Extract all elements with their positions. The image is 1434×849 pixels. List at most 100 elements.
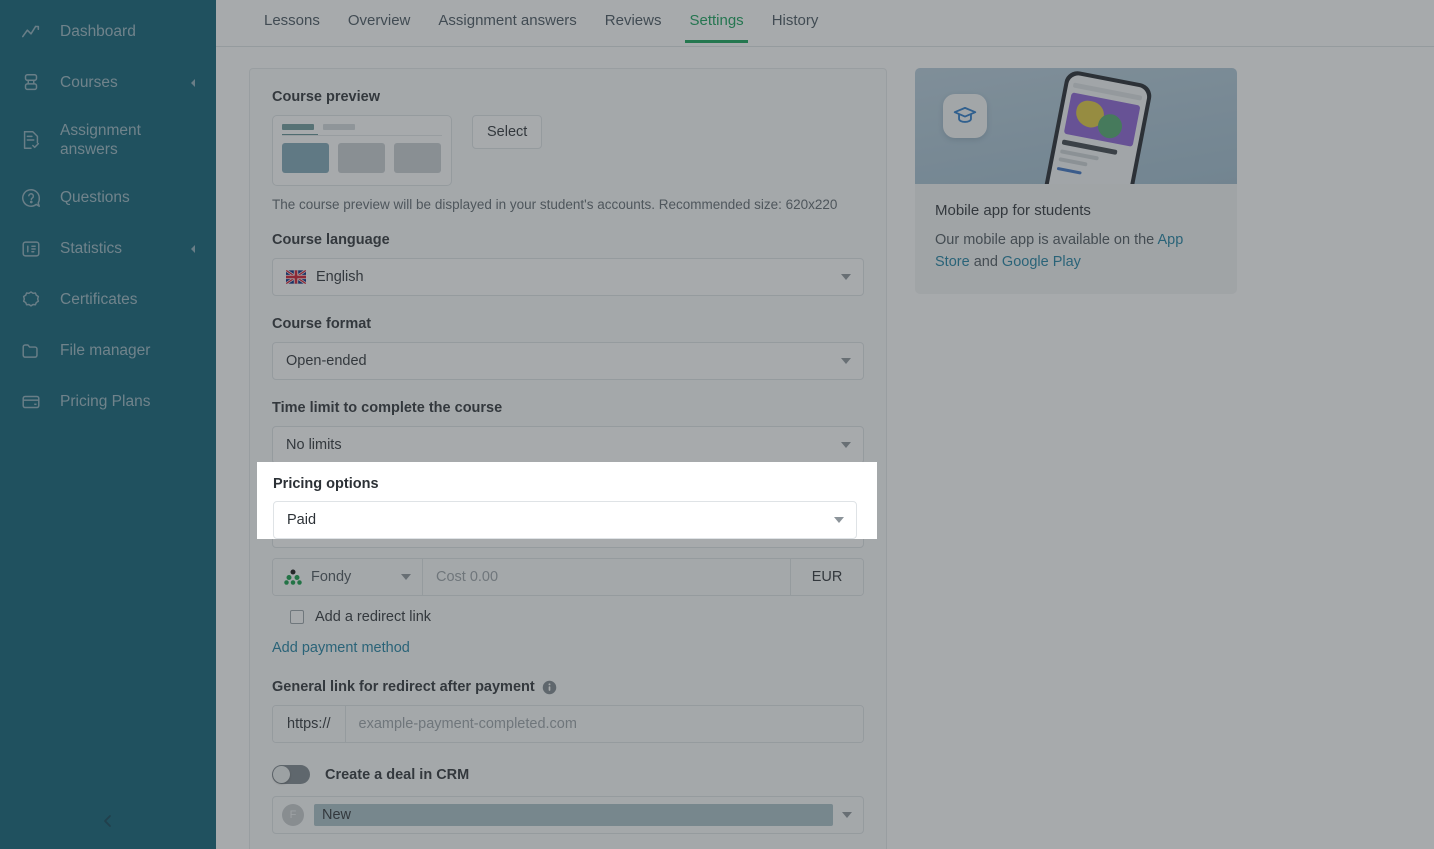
chevron-down-icon xyxy=(841,358,851,364)
tab-settings[interactable]: Settings xyxy=(675,0,757,42)
preview-card xyxy=(338,143,385,173)
mobile-app-title: Mobile app for students xyxy=(935,202,1217,219)
time-limit-value: No limits xyxy=(286,437,342,453)
card-icon xyxy=(20,391,42,413)
sidebar-item-label: File manager xyxy=(60,341,198,360)
chevron-down-icon xyxy=(841,274,851,280)
phone-course-meta xyxy=(1058,157,1088,167)
create-deal-in-crm-toggle[interactable] xyxy=(272,765,310,784)
phone-screen xyxy=(1043,74,1149,184)
chart-line-icon xyxy=(20,21,42,43)
pricing-options-label-highlight: Pricing options xyxy=(273,476,857,492)
document-check-icon xyxy=(20,129,42,151)
certificate-seal-icon xyxy=(20,289,42,311)
mobile-app-card-body: Mobile app for students Our mobile app i… xyxy=(915,184,1237,294)
general-redirect-input[interactable] xyxy=(346,706,863,742)
tab-overview[interactable]: Overview xyxy=(334,0,425,42)
sidebar-item-assignment-answers[interactable]: Assignment answers xyxy=(0,108,216,172)
sidebar-item-pricing-plans[interactable]: Pricing Plans xyxy=(0,376,216,427)
preview-header-bars xyxy=(282,124,442,130)
mobile-app-card: Mobile app for students Our mobile app i… xyxy=(915,68,1237,294)
course-language-label: Course language xyxy=(272,232,864,248)
phone-progress-bar xyxy=(1057,167,1082,175)
phone-mockup xyxy=(1038,69,1153,184)
pricing-options-highlight: Pricing options Paid xyxy=(257,462,877,539)
preview-card xyxy=(394,143,441,173)
sidebar-item-questions[interactable]: Questions xyxy=(0,172,216,223)
sidebar-item-label: Assignment answers xyxy=(60,121,198,160)
info-icon[interactable] xyxy=(542,680,557,695)
preview-rule-light xyxy=(282,135,442,136)
payment-provider-value: Fondy xyxy=(311,569,351,585)
chevron-down-icon xyxy=(841,442,851,448)
select-preview-button[interactable]: Select xyxy=(472,115,542,149)
course-preview-thumbnail[interactable] xyxy=(272,115,452,186)
sidebar-item-certificates[interactable]: Certificates xyxy=(0,274,216,325)
preview-card-row xyxy=(282,143,442,173)
sidebar-item-statistics[interactable]: Statistics xyxy=(0,223,216,274)
question-bubble-icon xyxy=(20,187,42,209)
redirect-link-checkbox[interactable] xyxy=(290,610,304,624)
tab-lessons[interactable]: Lessons xyxy=(250,0,334,42)
general-redirect-label-row: General link for redirect after payment xyxy=(272,679,864,695)
app-root: Dashboard Courses A xyxy=(0,0,1434,849)
course-preview-hint: The course preview will be displayed in … xyxy=(272,197,864,212)
tab-history[interactable]: History xyxy=(758,0,833,42)
mobile-app-text-middle: and xyxy=(970,254,1002,270)
phone-course-image xyxy=(1064,92,1141,147)
redirect-link-checkbox-row: Add a redirect link xyxy=(272,609,864,625)
url-prefix-label: https:// xyxy=(273,706,346,742)
stack-icon xyxy=(20,72,42,94)
sidebar-item-label: Dashboard xyxy=(60,22,198,41)
chevron-left-icon xyxy=(188,78,198,88)
sidebar-item-file-manager[interactable]: File manager xyxy=(0,325,216,376)
sidebar-nav: Dashboard Courses A xyxy=(0,0,216,427)
sidebar-item-label: Questions xyxy=(60,188,198,207)
sidebar: Dashboard Courses A xyxy=(0,0,216,849)
toggle-knob xyxy=(273,766,290,783)
pricing-options-select-highlight[interactable]: Paid xyxy=(273,501,857,539)
chevron-left-icon xyxy=(100,813,116,829)
time-limit-select[interactable]: No limits xyxy=(272,426,864,464)
chevron-down-icon xyxy=(842,812,852,818)
currency-label: EUR xyxy=(790,559,863,595)
graduation-cap-icon xyxy=(952,103,978,129)
course-language-select[interactable]: English xyxy=(272,258,864,296)
general-redirect-row: https:// xyxy=(272,705,864,743)
chevron-down-icon xyxy=(834,517,844,523)
course-preview-row: Select xyxy=(272,115,864,186)
mobile-app-text-before: Our mobile app is available on the xyxy=(935,232,1157,248)
crm-toggle-label: Create a deal in CRM xyxy=(325,767,469,783)
crm-stage-select[interactable]: F New xyxy=(272,796,864,834)
preview-bar-secondary xyxy=(323,124,355,130)
avatar: F xyxy=(282,804,304,826)
tab-reviews[interactable]: Reviews xyxy=(591,0,676,42)
google-play-link[interactable]: Google Play xyxy=(1002,254,1081,270)
chevron-down-icon xyxy=(401,574,411,580)
mobile-app-text: Our mobile app is available on the App S… xyxy=(935,229,1217,274)
add-payment-method-link[interactable]: Add payment method xyxy=(272,640,410,656)
course-format-label: Course format xyxy=(272,316,864,332)
sidebar-item-courses[interactable]: Courses xyxy=(0,57,216,108)
sidebar-collapse-button[interactable] xyxy=(0,793,216,849)
payment-provider-select[interactable]: Fondy xyxy=(273,559,423,595)
uk-flag-icon xyxy=(286,270,306,284)
pricing-options-value-highlight: Paid xyxy=(287,512,316,528)
general-redirect-label: General link for redirect after payment xyxy=(272,679,535,695)
mobile-app-hero xyxy=(915,68,1237,184)
bar-stats-icon xyxy=(20,238,42,260)
course-format-select[interactable]: Open-ended xyxy=(272,342,864,380)
crm-stage-value: New xyxy=(314,804,833,826)
tab-bar: Lessons Overview Assignment answers Revi… xyxy=(216,0,1434,47)
preview-card xyxy=(282,143,329,173)
sidebar-item-label: Certificates xyxy=(60,290,198,309)
course-settings-form: Course preview xyxy=(249,68,887,849)
time-limit-label: Time limit to complete the course xyxy=(272,400,864,416)
cost-input[interactable] xyxy=(423,559,790,595)
redirect-link-label: Add a redirect link xyxy=(315,609,431,625)
main-content: Lessons Overview Assignment answers Revi… xyxy=(216,0,1434,849)
sidebar-item-dashboard[interactable]: Dashboard xyxy=(0,6,216,57)
sidebar-item-label: Pricing Plans xyxy=(60,392,198,411)
course-format-value: Open-ended xyxy=(286,353,367,369)
tab-assignment-answers[interactable]: Assignment answers xyxy=(424,0,590,42)
